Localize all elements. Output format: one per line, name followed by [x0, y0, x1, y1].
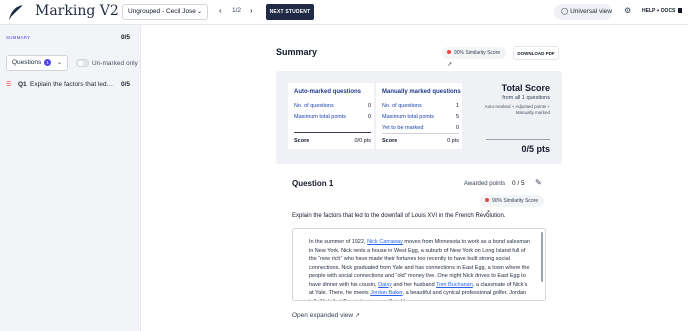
auto-row-max-points: Maximum total points 0 [294, 114, 371, 120]
divider [382, 133, 459, 134]
sidebar-question-item[interactable]: ☰ Q1 Explain the factors that led to the… [0, 78, 140, 95]
student-select-value: Ungrouped - Cecil Jose [128, 8, 196, 15]
external-link-icon: ↗ [354, 313, 360, 319]
open-expanded-view-label: Open expanded view [292, 312, 354, 319]
sidebar-question-text: Explain the factors that led to the down… [30, 81, 114, 88]
universal-view-label: Universal view [570, 8, 612, 15]
question-title: Question 1 [292, 179, 334, 188]
status-dot-icon [485, 198, 489, 202]
answer-text-segment: In the summer of 1922, [309, 239, 368, 245]
book-icon [677, 8, 682, 13]
auto-score-value: 0/0 pts [354, 138, 371, 144]
auto-marked-card: Auto-marked questions No. of questions 0… [288, 83, 374, 149]
chevron-down-icon: ⌄ [196, 9, 202, 15]
sidebar-summary-score: 0/5 [121, 34, 131, 41]
manual-score-label: Score [382, 138, 398, 144]
auto-row-questions: No. of questions 0 [294, 103, 371, 109]
auto-score-row: Score 0/0 pts [294, 138, 371, 144]
auto-row-value: 0 [367, 114, 371, 120]
download-pdf-button[interactable]: DOWNLOAD PDF [513, 46, 559, 60]
universal-view-button[interactable]: ◯ Universal view [554, 4, 612, 20]
manual-row-questions: No. of questions 1 [382, 103, 459, 109]
character-link[interactable]: Nick Carraway [367, 239, 403, 245]
chevron-down-icon: ⌄ [56, 60, 62, 66]
pencil-icon[interactable]: ✎ [535, 178, 542, 187]
auto-marked-title: Auto-marked questions [294, 89, 362, 95]
student-answer-text: In the summer of 1922, Nick Carraway mov… [309, 238, 533, 300]
summary-panel: Auto-marked questions No. of questions 0… [276, 71, 562, 164]
manual-row-label: Yet to be marked [382, 125, 424, 131]
manual-row-max-points: Maximum total points 5 [382, 114, 459, 120]
awarded-points-value: 0 / 5 [512, 180, 525, 187]
unmarked-only-toggle[interactable] [76, 59, 89, 67]
similarity-score-label: 90% Similarity Score [492, 198, 539, 204]
answer-text-segment: and her husband [391, 281, 437, 288]
student-select[interactable]: Ungrouped - Cecil Jose ⌄ [122, 4, 208, 20]
external-link-icon: ↗ [447, 62, 453, 68]
character-link[interactable]: Daisy [378, 282, 392, 288]
student-answer-box[interactable]: In the summer of 1922, Nick Carraway mov… [292, 228, 546, 301]
previous-student-button[interactable]: ‹ [219, 6, 222, 15]
manual-row-label: No. of questions [382, 103, 422, 109]
next-student-arrow-button[interactable]: › [250, 6, 253, 15]
manual-marked-card: Manually marked questions No. of questio… [376, 83, 462, 149]
character-link[interactable]: Tom Buchanan [436, 282, 473, 288]
help-docs-label: HELP + DOCS [642, 8, 676, 14]
divider [294, 132, 371, 133]
manual-row-label: Maximum total points [382, 114, 434, 120]
total-score-note: Auto-marked + Adjusted points + Manually… [484, 104, 550, 115]
awarded-points-label: Awarded points [464, 181, 506, 187]
app-title: Marking V2 [35, 3, 119, 19]
divider [486, 139, 550, 140]
auto-row-label: No. of questions [294, 103, 334, 109]
main-content: Summary 90% Similarity Score ↗ DOWNLOAD … [142, 25, 688, 331]
sidebar-question-number: Q1 [18, 81, 27, 88]
manual-row-value: 0 [455, 125, 459, 131]
answer-text-segment: moves from Minnesota to work as a bond s… [309, 239, 531, 288]
question-similarity-badge[interactable]: 90% Similarity Score ↗ [480, 195, 544, 216]
sidebar-summary-link[interactable]: SUMMARY [6, 35, 30, 40]
quill-logo-icon [9, 4, 24, 20]
summary-title: Summary [276, 47, 318, 57]
sidebar-question-score: 0/5 [121, 81, 131, 88]
auto-row-label: Maximum total points [294, 114, 346, 120]
manual-row-yet-to-mark: Yet to be marked 0 [382, 125, 459, 131]
globe-icon: ◯ [561, 8, 569, 15]
question-text: Explain the factors that led to the down… [292, 213, 506, 219]
manual-marked-title: Manually marked questions [382, 89, 461, 95]
auto-row-value: 0 [367, 103, 371, 109]
student-pager: 1/2 [232, 7, 242, 14]
questions-filter-label: Questions [12, 59, 42, 66]
similarity-score-label: 90% Similarity Score [454, 50, 501, 56]
character-link[interactable]: Jordan Baker [370, 290, 402, 296]
questions-filter-select[interactable]: Questions 1 ⌄ [6, 55, 68, 71]
help-docs-link[interactable]: HELP + DOCS [642, 8, 682, 14]
manual-score-row: Score 0 pts [382, 138, 459, 144]
status-dot-icon [447, 50, 451, 54]
questions-count-badge: 1 [44, 59, 52, 66]
top-bar: Marking V2 Ungrouped - Cecil Jose ⌄ ‹ 1/… [0, 0, 688, 25]
total-score-subtitle: from all 1 questions [502, 95, 550, 101]
next-student-button[interactable]: NEXT STUDENT [266, 4, 314, 20]
total-score-title: Total Score [501, 83, 550, 93]
manual-score-value: 0 pts [447, 138, 459, 144]
similarity-score-badge[interactable]: 90% Similarity Score ↗ [442, 47, 506, 68]
answer-scrollbar[interactable] [541, 232, 543, 282]
open-expanded-view-link[interactable]: Open expanded view ↗ [292, 312, 360, 319]
manual-row-value: 5 [455, 114, 459, 120]
toggle-knob [78, 61, 83, 66]
total-score-value: 0/5 pts [521, 144, 550, 154]
sidebar: SUMMARY 0/5 Questions 1 ⌄ Un-marked only… [0, 25, 141, 331]
unmarked-only-label: Un-marked only [92, 60, 138, 67]
auto-score-label: Score [294, 138, 310, 144]
list-icon: ☰ [6, 82, 12, 88]
manual-row-value: 1 [455, 103, 459, 109]
gear-icon[interactable]: ⚙ [624, 6, 631, 15]
